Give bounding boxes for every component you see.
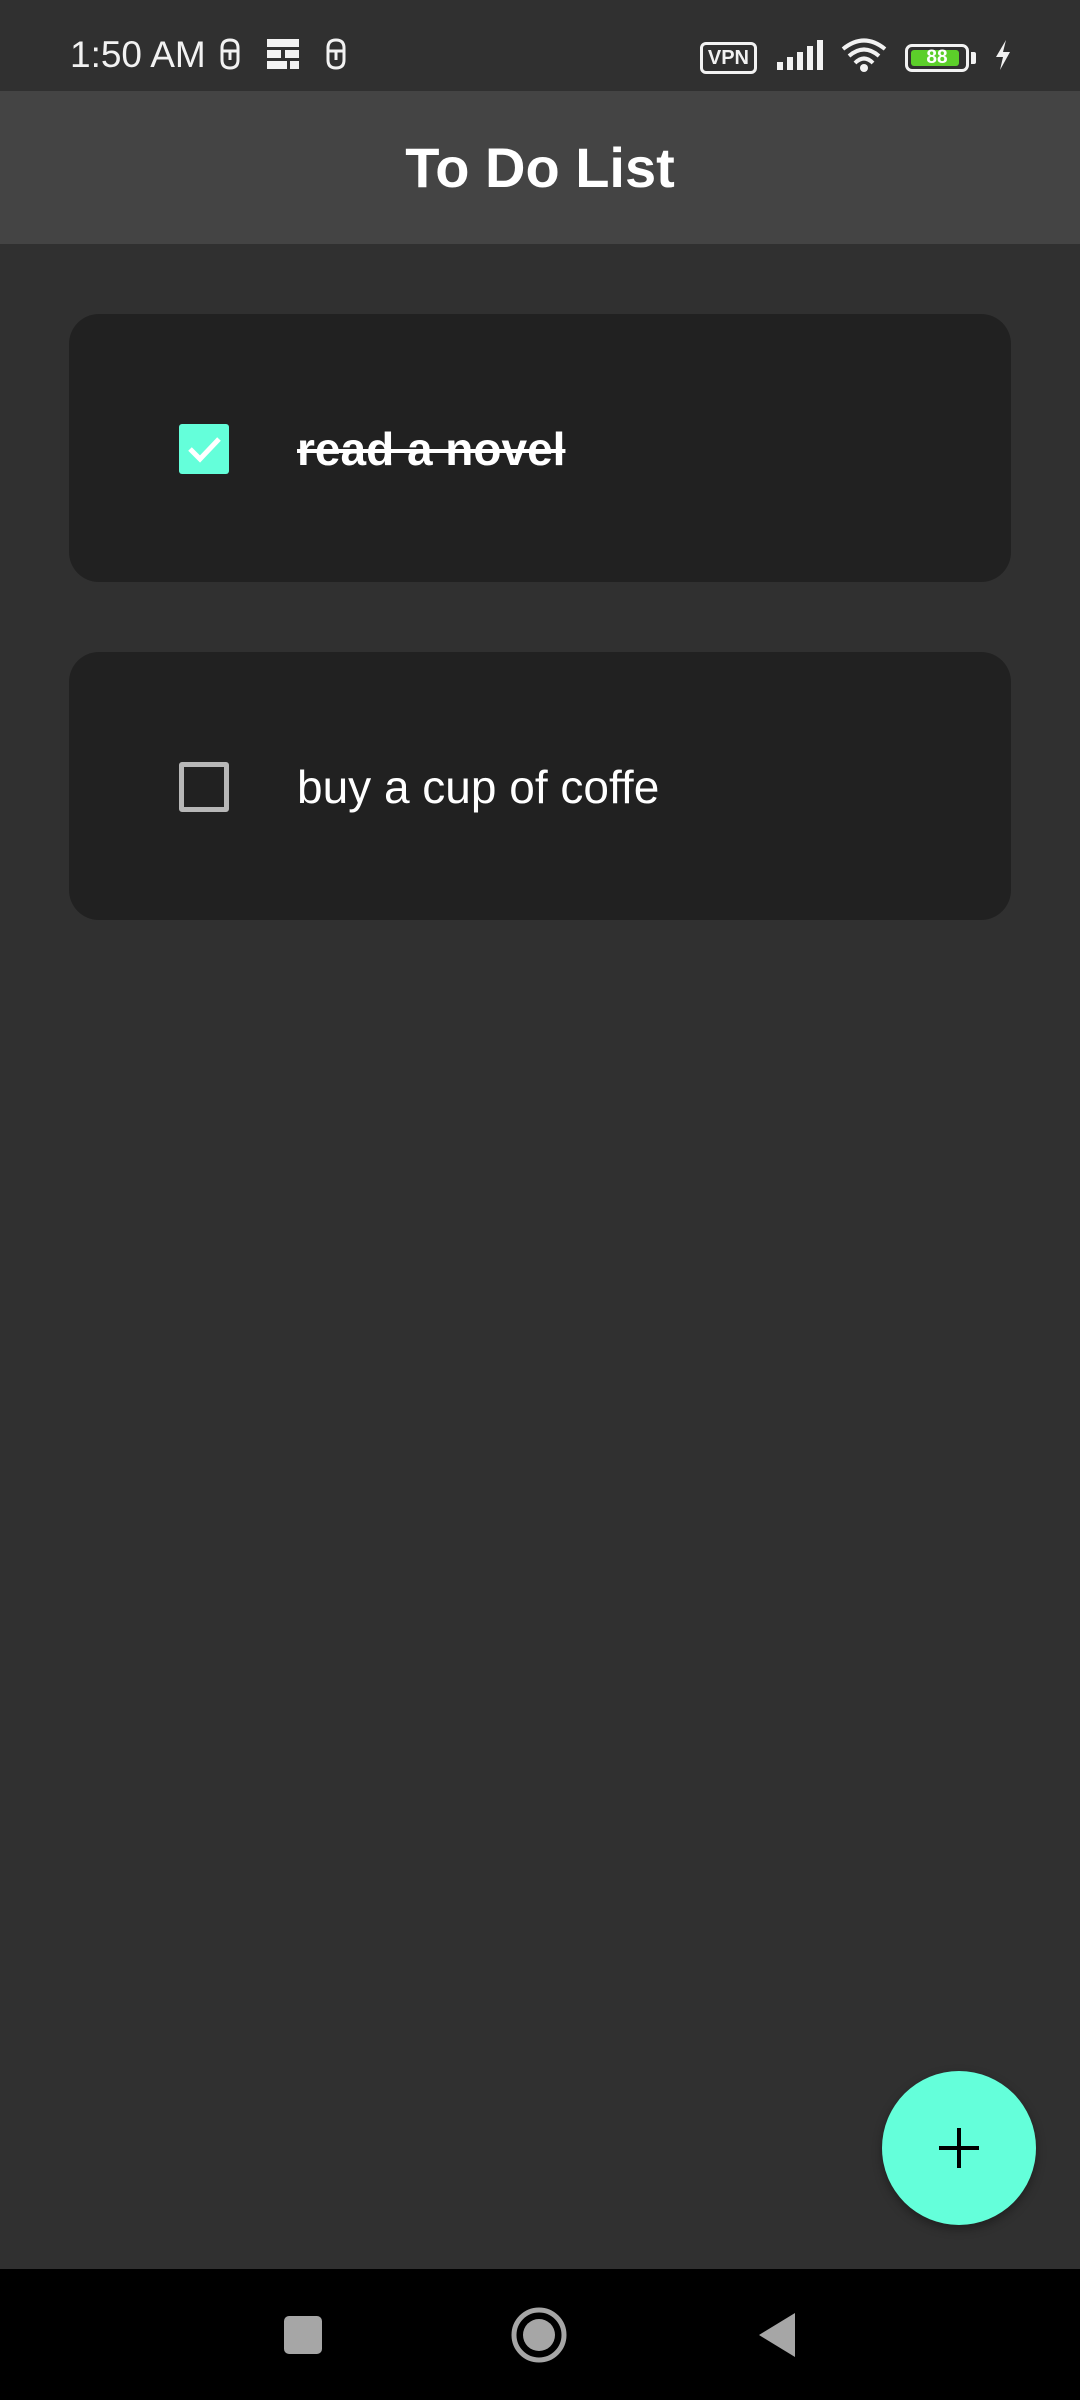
app-bar: To Do List (0, 91, 1080, 244)
todo-checkbox-checked[interactable] (179, 424, 229, 474)
notification-icon (324, 38, 348, 75)
todo-item[interactable]: read a novel (69, 314, 1011, 582)
notification-icon (218, 38, 242, 75)
home-circle-icon (511, 2307, 567, 2362)
status-notification-icons (218, 38, 348, 75)
plus-icon (939, 2128, 979, 2168)
todo-list: read a novel buy a cup of coffe (69, 314, 1011, 990)
cellular-signal-icon (775, 40, 823, 75)
recents-square-icon (284, 2315, 322, 2354)
battery-cap (971, 51, 976, 64)
back-triangle-icon (759, 2312, 795, 2357)
battery-level: 88 (926, 46, 948, 68)
todo-text: buy a cup of coffe (297, 761, 660, 813)
back-button[interactable] (722, 2269, 832, 2400)
add-todo-button[interactable] (882, 2071, 1036, 2225)
wifi-icon (841, 38, 887, 77)
grid-app-icon (266, 38, 300, 75)
vpn-icon: VPN (699, 41, 757, 74)
page-title: To Do List (405, 136, 675, 199)
status-time: 1:50 AM (70, 34, 206, 75)
todo-checkbox-unchecked[interactable] (179, 762, 229, 812)
home-button[interactable] (484, 2269, 594, 2400)
system-navigation-bar (0, 2269, 1080, 2400)
status-system-icons: VPN 88 (699, 38, 1012, 77)
todo-item[interactable]: buy a cup of coffe (69, 652, 1011, 920)
recents-button[interactable] (248, 2269, 358, 2400)
battery-icon: 88 (905, 43, 969, 72)
charging-bolt-icon (994, 40, 1012, 75)
checkmark-icon (188, 437, 221, 463)
status-bar: 1:50 AM VPN 88 (0, 0, 1080, 91)
todo-text: read a novel (297, 423, 566, 475)
